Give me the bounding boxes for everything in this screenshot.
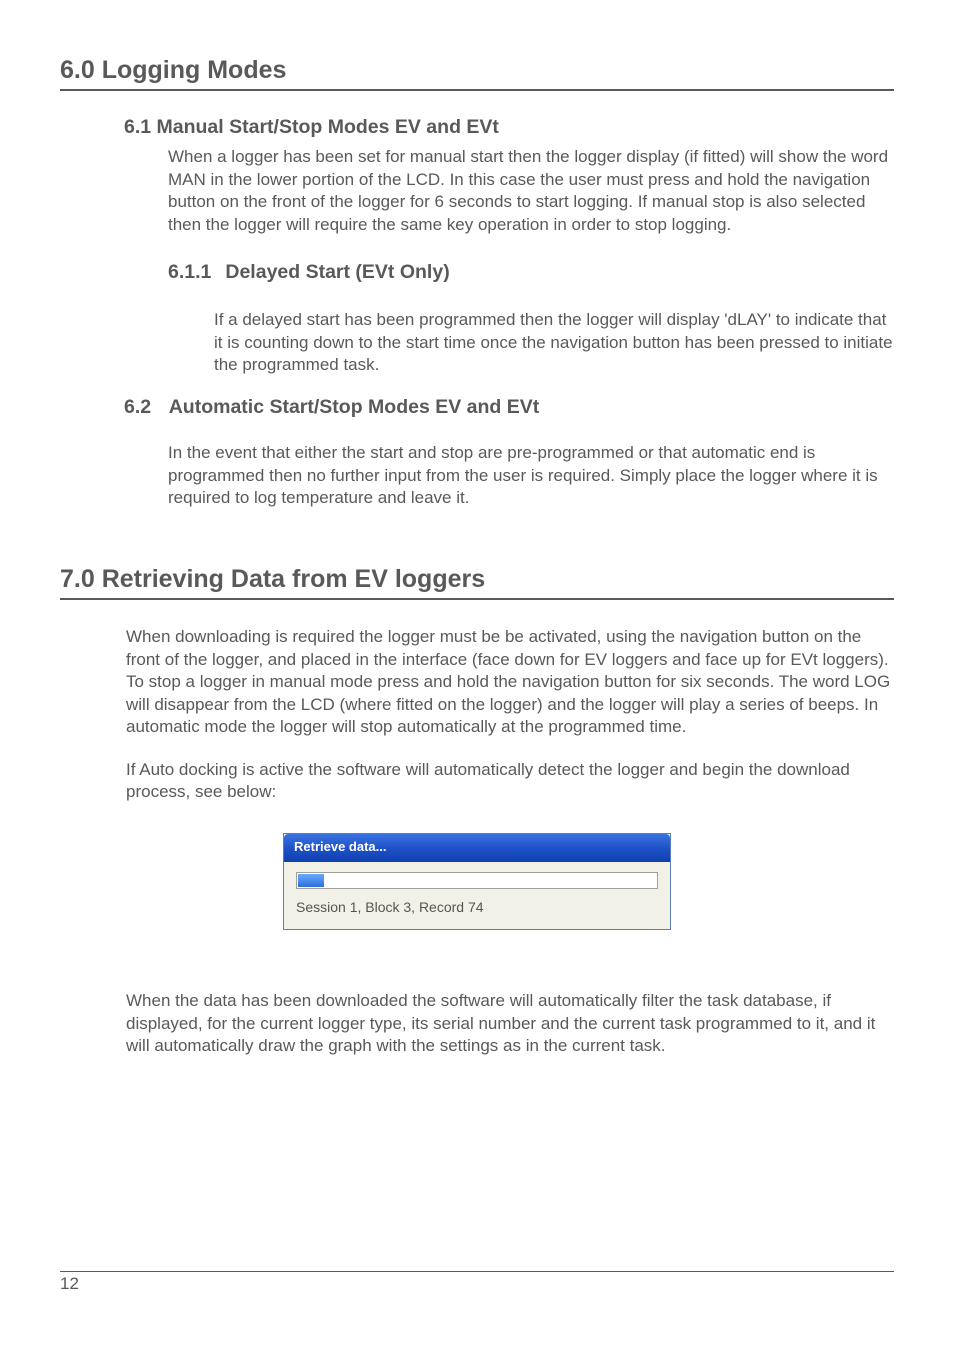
paragraph-7-3: When the data has been downloaded the so… <box>126 990 894 1057</box>
heading-6-1-1-title: Delayed Start (EVt Only) <box>225 260 449 285</box>
heading-6-1-1: 6.1.1 Delayed Start (EVt Only) <box>168 260 894 285</box>
paragraph-6-2: In the event that either the start and s… <box>168 442 894 509</box>
heading-6-2: 6.2 Automatic Start/Stop Modes EV and EV… <box>124 395 894 420</box>
heading-6: 6.0 Logging Modes <box>60 56 894 91</box>
heading-6-2-title: Automatic Start/Stop Modes EV and EVt <box>169 396 540 418</box>
page-footer: 12 <box>60 1271 894 1294</box>
progress-status: Session 1, Block 3, Record 74 <box>296 899 658 915</box>
progress-fill <box>298 874 324 887</box>
paragraph-7-1: When downloading is required the logger … <box>126 626 894 738</box>
paragraph-7-2: If Auto docking is active the software w… <box>126 759 894 804</box>
heading-6-1: 6.1 Manual Start/Stop Modes EV and EVt <box>124 115 894 140</box>
dialog-title: Retrieve data... <box>284 834 670 862</box>
dialog-body: Session 1, Block 3, Record 74 <box>284 862 670 929</box>
heading-7: 7.0 Retrieving Data from EV loggers <box>60 565 894 600</box>
progress-bar <box>296 872 658 889</box>
retrieve-data-dialog: Retrieve data... Session 1, Block 3, Rec… <box>283 833 671 930</box>
paragraph-6-1-1: If a delayed start has been programmed t… <box>214 309 894 376</box>
dialog-screenshot: Retrieve data... Session 1, Block 3, Rec… <box>126 833 894 930</box>
heading-6-2-num: 6.2 <box>124 395 164 420</box>
heading-6-1-1-num: 6.1.1 <box>168 260 211 285</box>
page-number: 12 <box>60 1274 79 1293</box>
paragraph-6-1: When a logger has been set for manual st… <box>168 146 894 236</box>
